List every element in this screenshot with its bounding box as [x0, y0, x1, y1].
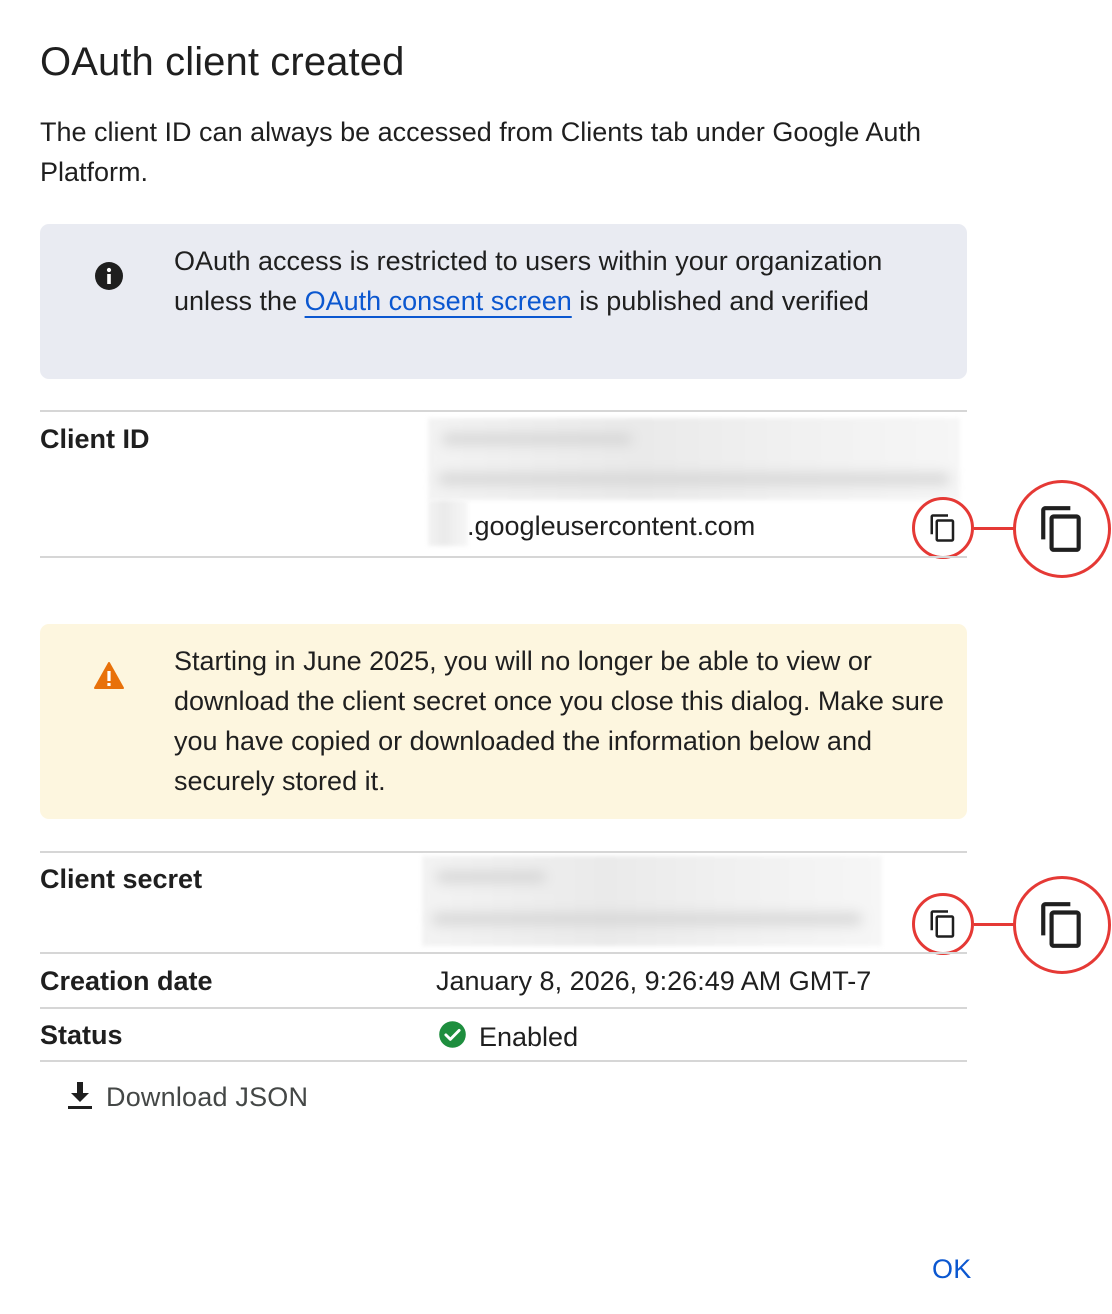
info-text-after: is published and verified — [571, 286, 869, 316]
info-banner: OAuth access is restricted to users with… — [40, 224, 967, 379]
dialog-intro: The client ID can always be accessed fro… — [40, 117, 921, 187]
dialog-title: OAuth client created — [40, 40, 405, 84]
callout-connector — [974, 527, 1016, 530]
callout-connector — [974, 923, 1016, 926]
copy-icon-callout — [1013, 876, 1111, 974]
download-icon — [66, 1080, 94, 1115]
client-id-suffix: .googleusercontent.com — [467, 511, 756, 541]
status-label: Status — [40, 1020, 123, 1050]
copy-icon — [930, 910, 955, 938]
client-id-label: Client ID — [40, 424, 150, 454]
creation-date-value: January 8, 2026, 9:26:49 AM GMT-7 — [436, 966, 872, 996]
divider — [40, 1060, 967, 1062]
warning-banner-text: Starting in June 2025, you will no longe… — [174, 646, 944, 796]
divider — [40, 952, 967, 954]
warning-icon — [93, 660, 125, 692]
warning-banner: Starting in June 2025, you will no longe… — [40, 624, 967, 819]
copy-client-secret-button[interactable] — [912, 893, 974, 955]
status-badge: Enabled — [438, 1020, 578, 1054]
download-json-button[interactable]: Download JSON — [66, 1080, 308, 1115]
copy-icon-callout — [1013, 480, 1111, 578]
info-icon — [93, 260, 125, 292]
divider — [40, 851, 967, 853]
copy-client-id-button[interactable] — [912, 497, 974, 559]
client-id-redacted-prefix — [428, 500, 468, 546]
copy-icon — [930, 514, 955, 542]
divider — [40, 410, 967, 412]
info-banner-text: OAuth access is restricted to users with… — [174, 241, 944, 321]
client-id-redacted — [428, 418, 960, 500]
check-circle-icon — [438, 1020, 467, 1054]
divider — [40, 1007, 967, 1009]
download-json-label: Download JSON — [106, 1082, 309, 1112]
ok-button[interactable]: OK — [932, 1254, 972, 1285]
copy-icon — [1041, 902, 1081, 948]
oauth-consent-screen-link[interactable]: OAuth consent screen — [305, 286, 572, 316]
copy-icon — [1041, 506, 1081, 552]
creation-date-label: Creation date — [40, 966, 213, 996]
status-value: Enabled — [479, 1021, 579, 1052]
divider — [40, 556, 967, 558]
client-secret-redacted — [422, 856, 882, 946]
client-secret-label: Client secret — [40, 864, 203, 894]
